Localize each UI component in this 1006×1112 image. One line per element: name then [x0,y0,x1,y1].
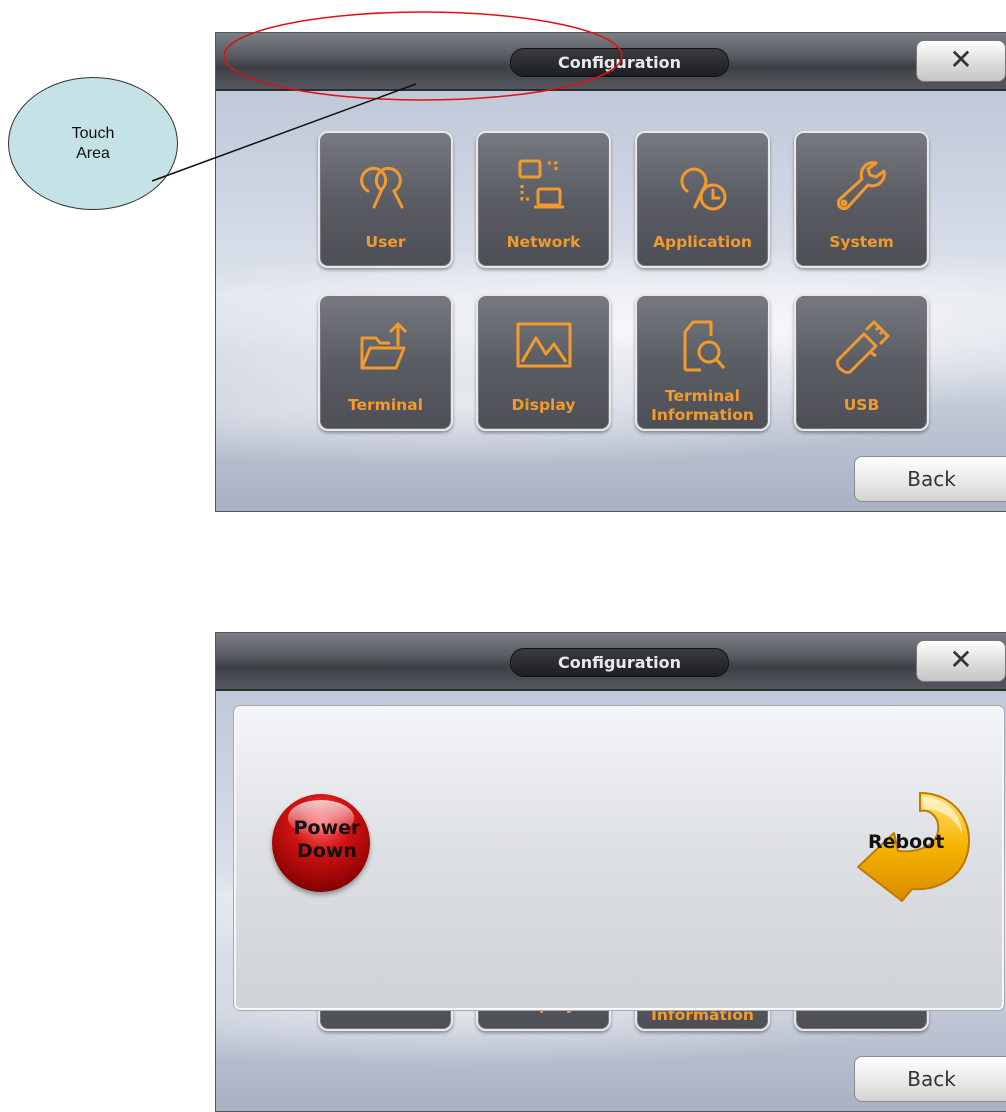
touch-area-ellipse [223,11,623,101]
callout-pointer-line [151,83,417,182]
annotation-overlay [151,11,623,182]
